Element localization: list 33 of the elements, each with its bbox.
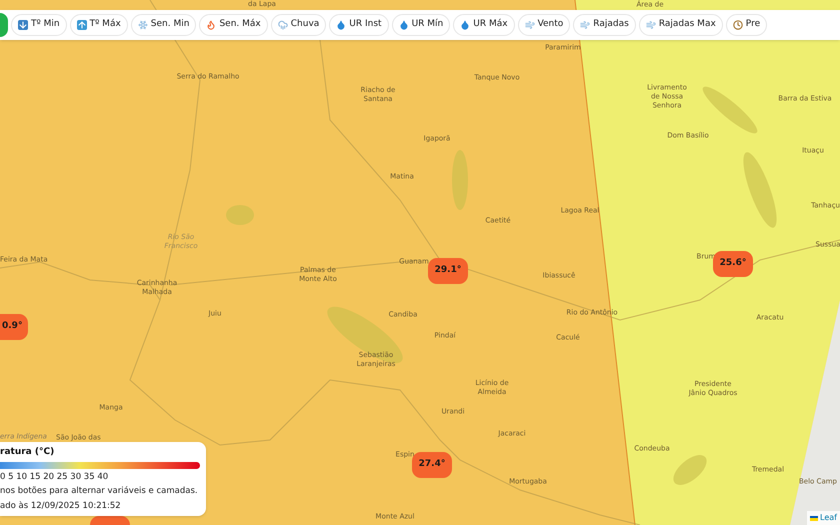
attribution-badge[interactable]: Leaf [807, 511, 840, 525]
layer-button[interactable]: UR Inst [329, 14, 389, 36]
layer-button[interactable]: Sen. Min [130, 14, 196, 36]
scale-labels: 0 5 10 15 20 25 30 35 40 [0, 470, 110, 484]
rain-cloud-icon [278, 20, 288, 30]
wind-icon [524, 20, 535, 30]
droplet-icon [460, 20, 470, 30]
flame-icon [206, 20, 216, 30]
layer-button[interactable]: UR Máx [453, 14, 515, 36]
layer-button[interactable]: Rajadas [573, 14, 636, 36]
legend-title: ratura (°C) [0, 446, 56, 459]
layer-button[interactable]: Tº Min [11, 14, 67, 36]
clock-icon [732, 20, 743, 30]
updated-text: ado às 12/09/2025 10:21:52 [0, 500, 122, 513]
hint-text: nos botões para alternar variáveis e camadas. [0, 485, 199, 498]
temperature-marker[interactable]: 0.9° [0, 314, 28, 340]
flag-icon [810, 516, 818, 520]
layer-button[interactable]: UR Mín [392, 14, 450, 36]
temperature-marker[interactable]: 29.1° [428, 258, 468, 284]
droplet-icon [336, 20, 346, 30]
temperature-marker[interactable] [90, 516, 130, 525]
temperature-marker[interactable]: 25.6° [713, 251, 753, 277]
attribution-link[interactable]: Leaf [820, 512, 837, 524]
layer-button[interactable]: Chuva [270, 14, 326, 36]
layer-button[interactable]: Rajadas Max [638, 14, 723, 36]
layer-button[interactable]: Tº Máx [70, 14, 128, 36]
wind-icon [580, 20, 590, 30]
wind-icon [646, 20, 656, 30]
layer-button[interactable]: Sen. Máx [199, 14, 268, 36]
droplet-icon [398, 20, 409, 30]
layer-button[interactable]: Vento [518, 14, 570, 36]
layer-button[interactable]: Pre [726, 14, 768, 36]
snowflake-icon [138, 20, 148, 30]
